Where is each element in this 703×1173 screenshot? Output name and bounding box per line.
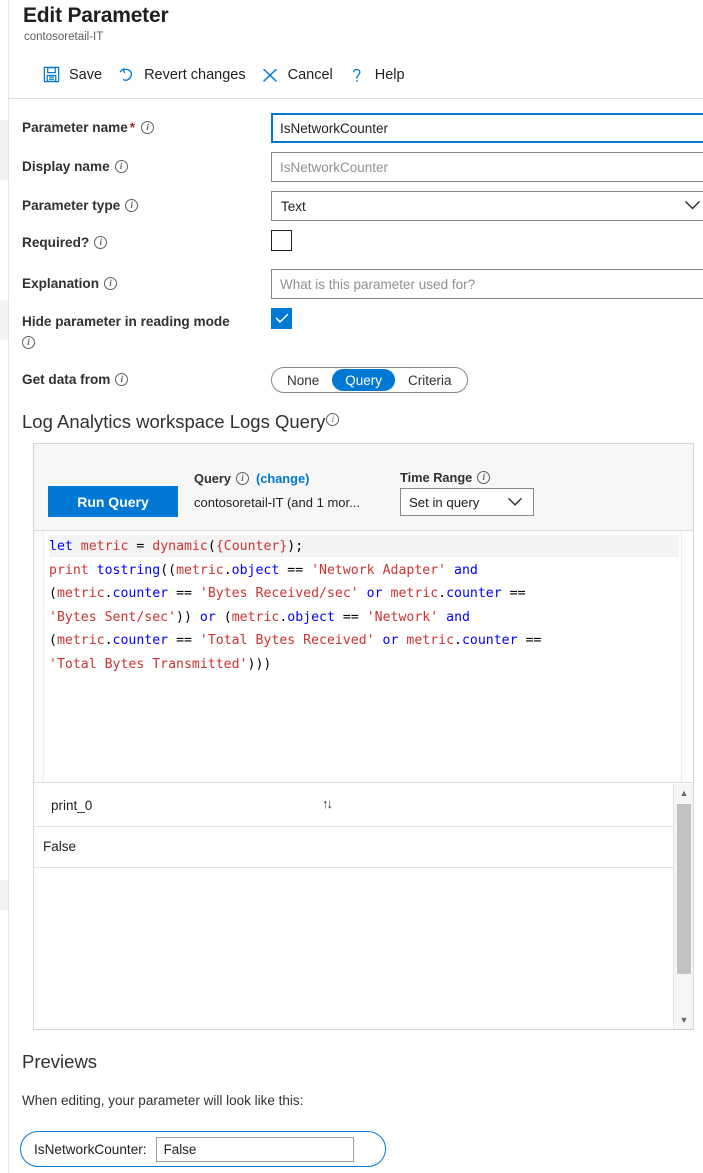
display-name-control bbox=[271, 152, 703, 182]
table-row[interactable]: False bbox=[34, 827, 673, 868]
get-data-from-option-criteria[interactable]: Criteria bbox=[395, 369, 465, 391]
help-button[interactable]: Help bbox=[343, 60, 415, 89]
run-query-button[interactable]: Run Query bbox=[48, 486, 178, 517]
question-mark-icon bbox=[347, 64, 368, 85]
get-data-from-label: Get data from bbox=[22, 371, 128, 389]
help-button-label: Help bbox=[375, 67, 405, 83]
info-icon[interactable] bbox=[115, 373, 128, 386]
scroll-up-arrow-icon[interactable]: ▲ bbox=[674, 784, 694, 802]
explanation-label-text: Explanation bbox=[22, 276, 99, 291]
hide-parameter-checkbox[interactable] bbox=[271, 308, 292, 329]
chevron-down-icon bbox=[684, 199, 701, 214]
previews-heading: Previews bbox=[22, 1051, 97, 1073]
scrollbar-thumb[interactable] bbox=[677, 804, 691, 974]
hide-parameter-label: Hide parameter in reading mode bbox=[22, 311, 230, 353]
save-button-label: Save bbox=[69, 67, 102, 83]
query-section-heading: Log Analytics workspace Logs Query bbox=[22, 411, 339, 433]
info-icon[interactable] bbox=[326, 413, 339, 426]
command-toolbar: Save Revert changes Cancel bbox=[37, 60, 415, 89]
query-section-heading-text: Log Analytics workspace Logs Query bbox=[22, 411, 325, 432]
page-left-edge bbox=[0, 0, 9, 1173]
info-icon[interactable] bbox=[94, 236, 107, 249]
sort-updown-icon[interactable]: ↑↓ bbox=[322, 796, 331, 811]
check-icon bbox=[275, 313, 289, 324]
page-title: Edit Parameter bbox=[23, 4, 168, 28]
parameter-type-select[interactable]: Text bbox=[271, 191, 703, 221]
scroll-down-arrow-icon[interactable]: ▼ bbox=[674, 1011, 694, 1029]
change-query-link[interactable]: (change) bbox=[256, 471, 309, 486]
edge-artifact bbox=[0, 300, 9, 340]
save-button[interactable]: Save bbox=[37, 60, 112, 89]
query-field-label-text: Query bbox=[194, 471, 231, 486]
edge-artifact bbox=[0, 880, 9, 910]
revert-changes-button[interactable]: Revert changes bbox=[112, 60, 256, 89]
query-source-value[interactable]: contosoretail-IT (and 1 mor... bbox=[194, 495, 360, 510]
save-icon bbox=[41, 64, 62, 85]
info-icon[interactable] bbox=[22, 336, 35, 349]
time-range-value: Set in query bbox=[401, 495, 479, 510]
get-data-from-option-none[interactable]: None bbox=[274, 369, 332, 391]
editor-scrollbar[interactable] bbox=[681, 531, 693, 782]
previews-note: When editing, your parameter will look l… bbox=[22, 1093, 303, 1108]
parameter-name-control bbox=[271, 113, 703, 143]
parameter-name-label: Parameter name* bbox=[22, 119, 154, 137]
parameter-type-label-text: Parameter type bbox=[22, 198, 120, 213]
chevron-down-icon bbox=[507, 495, 523, 510]
hide-parameter-control bbox=[271, 308, 292, 329]
revert-changes-label: Revert changes bbox=[144, 67, 246, 83]
time-range-label: Time Range bbox=[400, 470, 490, 485]
get-data-from-toggle-group: None Query Criteria bbox=[271, 367, 468, 393]
hide-parameter-label-text: Hide parameter in reading mode bbox=[22, 314, 230, 329]
undo-icon bbox=[116, 64, 137, 85]
column-header-print-0[interactable]: print_0 bbox=[51, 798, 92, 813]
explanation-label: Explanation bbox=[22, 275, 117, 293]
time-range-select[interactable]: Set in query bbox=[400, 488, 534, 516]
info-icon[interactable] bbox=[477, 471, 490, 484]
required-label-text: Required? bbox=[22, 235, 89, 250]
required-checkbox[interactable] bbox=[271, 230, 292, 251]
query-field-label: Query (change) bbox=[194, 471, 309, 486]
parameter-type-value: Text bbox=[272, 199, 306, 214]
display-name-label-text: Display name bbox=[22, 159, 110, 174]
close-x-icon bbox=[260, 64, 281, 85]
get-data-from-option-query[interactable]: Query bbox=[332, 369, 395, 391]
explanation-control bbox=[271, 269, 703, 299]
query-results-grid: print_0 ↑↓ False ▲ ▼ bbox=[34, 784, 693, 1029]
results-header-row: print_0 ↑↓ bbox=[34, 784, 673, 827]
preview-parameter-pill: IsNetworkCounter: bbox=[20, 1131, 386, 1167]
page-header: Edit Parameter contosoretail-IT Save bbox=[9, 0, 703, 99]
get-data-from-label-text: Get data from bbox=[22, 372, 110, 387]
parameter-type-control: Text bbox=[271, 191, 703, 221]
kql-code-editor[interactable]: let metric = dynamic({Counter}); print t… bbox=[34, 531, 693, 783]
info-icon[interactable] bbox=[125, 199, 138, 212]
explanation-input[interactable] bbox=[271, 269, 703, 299]
parameter-type-label: Parameter type bbox=[22, 197, 138, 215]
required-label: Required? bbox=[22, 234, 107, 252]
editor-gutter bbox=[34, 531, 44, 782]
get-data-from-control: None Query Criteria bbox=[271, 367, 468, 393]
required-control bbox=[271, 230, 292, 251]
info-icon[interactable] bbox=[104, 277, 117, 290]
info-icon[interactable] bbox=[236, 472, 249, 485]
page-subtitle: contosoretail-IT bbox=[24, 31, 103, 43]
preview-parameter-input[interactable] bbox=[156, 1137, 354, 1162]
display-name-label: Display name bbox=[22, 158, 128, 176]
required-asterisk: * bbox=[128, 120, 136, 135]
display-name-input[interactable] bbox=[271, 152, 703, 182]
parameter-name-label-text: Parameter name bbox=[22, 120, 128, 135]
time-range-label-text: Time Range bbox=[400, 470, 472, 485]
cancel-button[interactable]: Cancel bbox=[256, 60, 343, 89]
query-toolbar: Run Query Query (change) contosoretail-IT… bbox=[34, 444, 693, 531]
kql-code-text[interactable]: let metric = dynamic({Counter}); print t… bbox=[49, 535, 671, 676]
cancel-button-label: Cancel bbox=[288, 67, 333, 83]
edge-artifact bbox=[0, 120, 9, 180]
query-panel: Run Query Query (change) contosoretail-IT… bbox=[33, 443, 694, 1030]
preview-parameter-label: IsNetworkCounter: bbox=[34, 1142, 147, 1157]
info-icon[interactable] bbox=[141, 121, 154, 134]
cell-print-0: False bbox=[43, 839, 76, 854]
parameter-name-input[interactable] bbox=[271, 113, 703, 143]
info-icon[interactable] bbox=[115, 160, 128, 173]
results-vertical-scrollbar[interactable]: ▲ ▼ bbox=[673, 784, 693, 1029]
